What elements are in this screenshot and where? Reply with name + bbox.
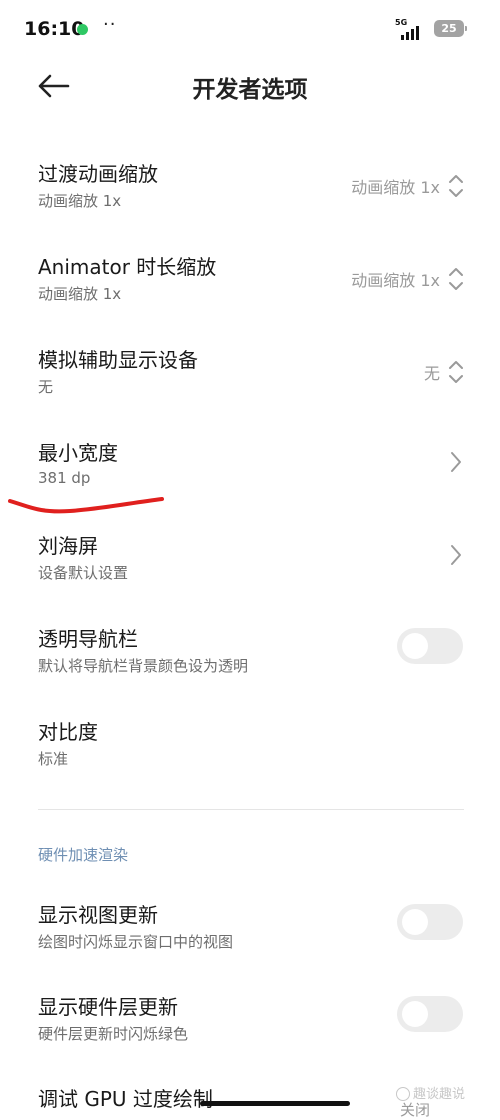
watermark-logo-icon [396,1087,410,1101]
section-header: 硬件加速渲染 [38,846,129,864]
updown-icon [449,175,463,197]
toggle-knob [402,909,428,935]
more-notifications-icon: ·· [103,14,117,35]
setting-subtitle: 默认将导航栏背景颜色设为透明 [38,657,249,675]
setting-subtitle: 设备默认设置 [38,564,129,582]
setting-value: 动画缩放 1x [351,271,440,290]
setting-subtitle: 无 [38,378,54,396]
toggle-knob [402,633,428,659]
setting-title: Animator 时长缩放 [38,255,217,279]
setting-value: 关闭 [400,1101,431,1119]
setting-transition-animation-scale[interactable]: 过渡动画缩放 动画缩放 1x 动画缩放 1x [0,158,500,228]
setting-simulate-secondary-display[interactable]: 模拟辅助显示设备 无 无 [0,344,500,414]
setting-animator-duration-scale[interactable]: Animator 时长缩放 动画缩放 1x 动画缩放 1x [0,251,500,321]
transparent-nav-toggle[interactable] [397,628,463,664]
setting-title: 模拟辅助显示设备 [38,348,198,372]
setting-title: 过渡动画缩放 [38,162,158,186]
setting-title: 对比度 [38,720,98,744]
setting-title: 最小宽度 [38,441,118,465]
red-underline-annotation [8,497,164,514]
chevron-right-icon [451,452,461,472]
setting-value: 动画缩放 1x [351,178,440,197]
setting-title: 调试 GPU 过度绘制 [38,1087,213,1111]
setting-contrast[interactable]: 对比度 标准 [0,716,500,786]
watermark-text: 趣谈趣说 [413,1087,466,1102]
setting-title: 显示视图更新 [38,903,158,927]
home-indicator[interactable] [200,1101,350,1106]
updown-icon [449,361,463,383]
setting-subtitle: 动画缩放 1x [38,192,122,210]
setting-value: 无 [423,364,440,383]
battery-level: 25 [441,22,457,35]
watermark: 趣谈趣说 [396,1083,465,1102]
setting-subtitle: 动画缩放 1x [38,285,122,303]
setting-subtitle: 绘图时闪烁显示窗口中的视图 [38,933,234,951]
setting-title: 透明导航栏 [38,627,138,651]
setting-title: 刘海屏 [38,534,98,558]
updown-icon [449,268,463,290]
setting-subtitle: 硬件层更新时闪烁绿色 [38,1025,189,1043]
setting-show-view-updates[interactable]: 显示视图更新 绘图时闪烁显示窗口中的视图 [0,899,500,969]
setting-title: 显示硬件层更新 [38,995,178,1019]
show-view-updates-toggle[interactable] [397,904,463,940]
setting-transparent-nav-bar[interactable]: 透明导航栏 默认将导航栏背景颜色设为透明 [0,623,500,693]
setting-show-hardware-layer-updates[interactable]: 显示硬件层更新 硬件层更新时闪烁绿色 [0,991,500,1061]
setting-notch-display[interactable]: 刘海屏 设备默认设置 [0,530,500,600]
status-bar: 16:10 ·· 5G 25 [0,0,500,60]
chevron-right-icon [451,545,461,565]
section-divider [38,809,464,810]
battery-icon: 25 [434,20,467,37]
status-time: 16:10 [24,18,85,40]
toggle-knob [402,1001,428,1027]
green-status-dot-icon [77,24,88,35]
page-title: 开发者选项 [192,77,308,103]
setting-subtitle: 标准 [38,750,69,768]
show-hardware-layer-toggle[interactable] [397,996,463,1032]
